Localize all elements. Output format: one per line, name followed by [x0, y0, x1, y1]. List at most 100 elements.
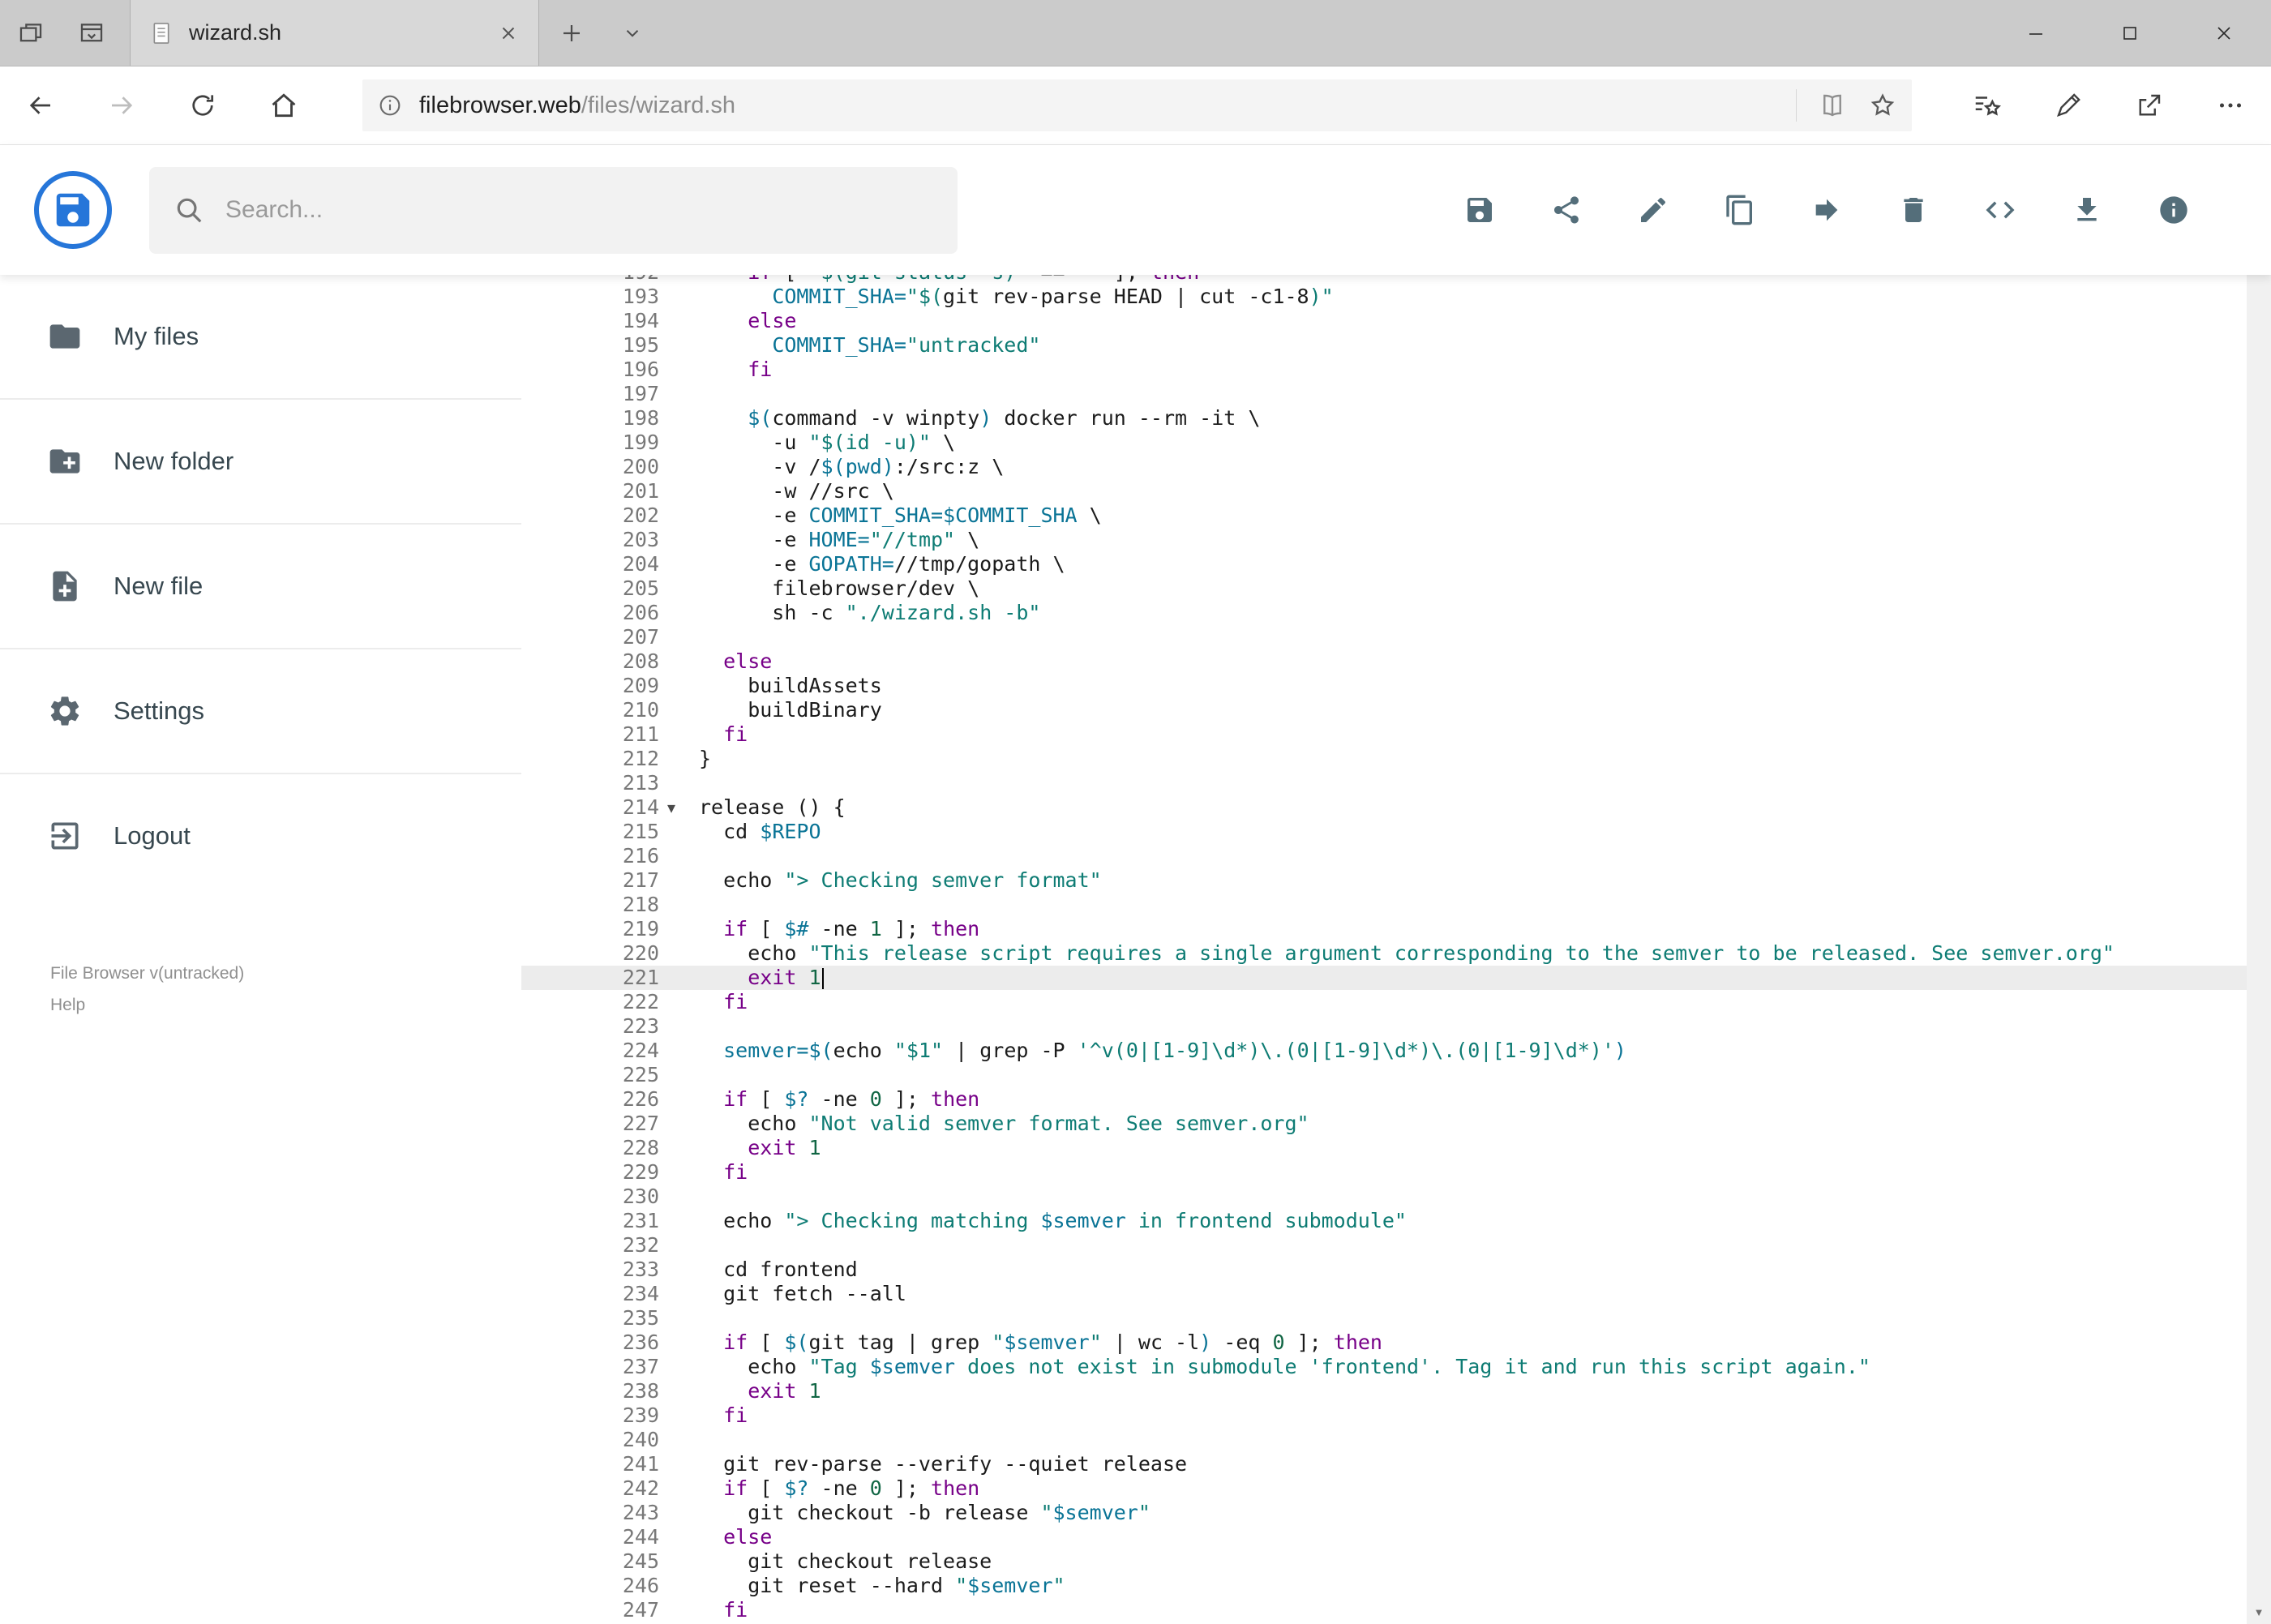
tab-preview-button[interactable]	[61, 0, 122, 66]
refresh-button[interactable]	[162, 66, 243, 144]
code-line[interactable]: 231 echo "> Checking matching $semver in…	[521, 1209, 2247, 1233]
code-line[interactable]: 198 $(command -v winpty) docker run --rm…	[521, 406, 2247, 431]
code-line[interactable]: 204 -e GOPATH=//tmp/gopath \	[521, 552, 2247, 576]
code-line[interactable]: 199 -u "$(id -u)" \	[521, 431, 2247, 455]
code-line[interactable]: 247 fi	[521, 1598, 2247, 1622]
code-line[interactable]: 228 exit 1	[521, 1136, 2247, 1160]
site-info-icon[interactable]	[377, 92, 403, 118]
code-line[interactable]: 244 else	[521, 1525, 2247, 1549]
move-button[interactable]	[1783, 145, 1870, 275]
tab-close-button[interactable]	[498, 23, 519, 44]
copy-button[interactable]	[1696, 145, 1783, 275]
set-aside-tabs-button[interactable]	[0, 0, 61, 66]
search-box[interactable]	[149, 166, 958, 254]
search-input[interactable]	[225, 196, 933, 224]
code-line[interactable]: 218	[521, 893, 2247, 917]
code-line[interactable]: 213	[521, 771, 2247, 795]
code-line[interactable]: 215 cd $REPO	[521, 820, 2247, 844]
maximize-button[interactable]	[2083, 0, 2177, 66]
code-line[interactable]: 220 echo "This release script requires a…	[521, 941, 2247, 966]
code-line[interactable]: 239 fi	[521, 1403, 2247, 1428]
forward-button[interactable]	[81, 66, 162, 144]
code-line[interactable]: 221 exit 1	[521, 966, 2247, 990]
reading-view-button[interactable]	[1818, 91, 1847, 120]
web-note-button[interactable]	[2028, 66, 2109, 144]
code-line[interactable]: 219 if [ $# -ne 1 ]; then	[521, 917, 2247, 941]
share-file-button[interactable]	[1523, 145, 1609, 275]
code-line[interactable]: 233 cd frontend	[521, 1258, 2247, 1282]
home-button[interactable]	[243, 66, 324, 144]
delete-button[interactable]	[1870, 145, 1956, 275]
code-line[interactable]: 229 fi	[521, 1160, 2247, 1185]
tab-list-dropdown[interactable]	[604, 0, 661, 66]
code-line[interactable]: 225	[521, 1063, 2247, 1087]
code-line[interactable]: 240	[521, 1428, 2247, 1452]
edit-button[interactable]	[1609, 145, 1696, 275]
address-bar[interactable]: filebrowser.web/files/wizard.sh	[362, 79, 1912, 131]
close-window-button[interactable]	[2177, 0, 2271, 66]
sidebar-item-my-files[interactable]: My files	[0, 275, 521, 398]
code-line[interactable]: 243 git checkout -b release "$semver"	[521, 1501, 2247, 1525]
url-text[interactable]: filebrowser.web/files/wizard.sh	[419, 92, 735, 119]
fold-arrow-icon[interactable]: ▾	[659, 795, 683, 820]
code-line[interactable]: 232	[521, 1233, 2247, 1258]
code-line[interactable]: 194 else	[521, 309, 2247, 333]
browser-tab[interactable]: wizard.sh	[130, 0, 539, 66]
code-line[interactable]: 238 exit 1	[521, 1379, 2247, 1403]
code-line[interactable]: 237 echo "Tag $semver does not exist in …	[521, 1355, 2247, 1379]
code-line[interactable]: 227 echo "Not valid semver format. See s…	[521, 1112, 2247, 1136]
code-line[interactable]: 241 git rev-parse --verify --quiet relea…	[521, 1452, 2247, 1476]
code-line[interactable]: 212}	[521, 747, 2247, 771]
code-line[interactable]: 192 if [ "$(git status -s)" == "" ]; the…	[521, 275, 2247, 285]
code-line[interactable]: 226 if [ $? -ne 0 ]; then	[521, 1087, 2247, 1112]
raw-code-button[interactable]	[1956, 145, 2043, 275]
more-menu-button[interactable]	[2190, 66, 2271, 144]
code-line[interactable]: 235	[521, 1306, 2247, 1330]
code-line[interactable]: 217 echo "> Checking semver format"	[521, 868, 2247, 893]
code-line[interactable]: 203 -e HOME="//tmp" \	[521, 528, 2247, 552]
sidebar-item-logout[interactable]: Logout	[0, 774, 521, 898]
filebrowser-logo[interactable]	[34, 171, 112, 249]
code-line[interactable]: 195 COMMIT_SHA="untracked"	[521, 333, 2247, 358]
code-line[interactable]: 207	[521, 625, 2247, 649]
sidebar-item-new-file[interactable]: New file	[0, 525, 521, 648]
code-line[interactable]: 236 if [ $(git tag | grep "$semver" | wc…	[521, 1330, 2247, 1355]
sidebar-item-new-folder[interactable]: New folder	[0, 400, 521, 523]
code-line[interactable]: 208 else	[521, 649, 2247, 674]
code-line[interactable]: 223	[521, 1014, 2247, 1039]
code-line[interactable]: 230	[521, 1185, 2247, 1209]
code-line[interactable]: 206 sh -c "./wizard.sh -b"	[521, 601, 2247, 625]
code-line[interactable]: 205 filebrowser/dev \	[521, 576, 2247, 601]
back-button[interactable]	[0, 66, 81, 144]
sidebar-item-settings[interactable]: Settings	[0, 649, 521, 773]
code-line[interactable]: 245 git checkout release	[521, 1549, 2247, 1574]
info-button[interactable]	[2130, 145, 2217, 275]
code-line[interactable]: 211 fi	[521, 722, 2247, 747]
download-button[interactable]	[2043, 145, 2130, 275]
code-line[interactable]: 222 fi	[521, 990, 2247, 1014]
code-line[interactable]: 200 -v /$(pwd):/src:z \	[521, 455, 2247, 479]
minimize-button[interactable]	[1989, 0, 2083, 66]
code-line[interactable]: 209 buildAssets	[521, 674, 2247, 698]
code-line[interactable]: 224 semver=$(echo "$1" | grep -P '^v(0|[…	[521, 1039, 2247, 1063]
code-line[interactable]: 242 if [ $? -ne 0 ]; then	[521, 1476, 2247, 1501]
save-button[interactable]	[1436, 145, 1523, 275]
code-line[interactable]: 201 -w //src \	[521, 479, 2247, 503]
code-line[interactable]: 193 COMMIT_SHA="$(git rev-parse HEAD | c…	[521, 285, 2247, 309]
code-line[interactable]: 202 -e COMMIT_SHA=$COMMIT_SHA \	[521, 503, 2247, 528]
page-scrollbar[interactable]: ▲ ▼	[2247, 145, 2271, 1624]
code-line[interactable]: 216	[521, 844, 2247, 868]
code-line[interactable]: 246 git reset --hard "$semver"	[521, 1574, 2247, 1598]
help-link[interactable]: Help	[50, 989, 244, 1021]
add-favorite-button[interactable]	[1868, 91, 1897, 120]
share-button[interactable]	[2109, 66, 2190, 144]
scrollbar-down-arrow[interactable]: ▼	[2247, 1600, 2271, 1624]
code-line[interactable]: 234 git fetch --all	[521, 1282, 2247, 1306]
code-line[interactable]: 210 buildBinary	[521, 698, 2247, 722]
favorites-hub-button[interactable]	[1947, 66, 2028, 144]
new-tab-button[interactable]	[539, 0, 604, 66]
code-line[interactable]: 214 ▾ release () {	[521, 795, 2247, 820]
code-line[interactable]: 196 fi	[521, 358, 2247, 382]
code-line[interactable]: 197	[521, 382, 2247, 406]
code-editor[interactable]: 192 if [ "$(git status -s)" == "" ]; the…	[521, 275, 2247, 1624]
